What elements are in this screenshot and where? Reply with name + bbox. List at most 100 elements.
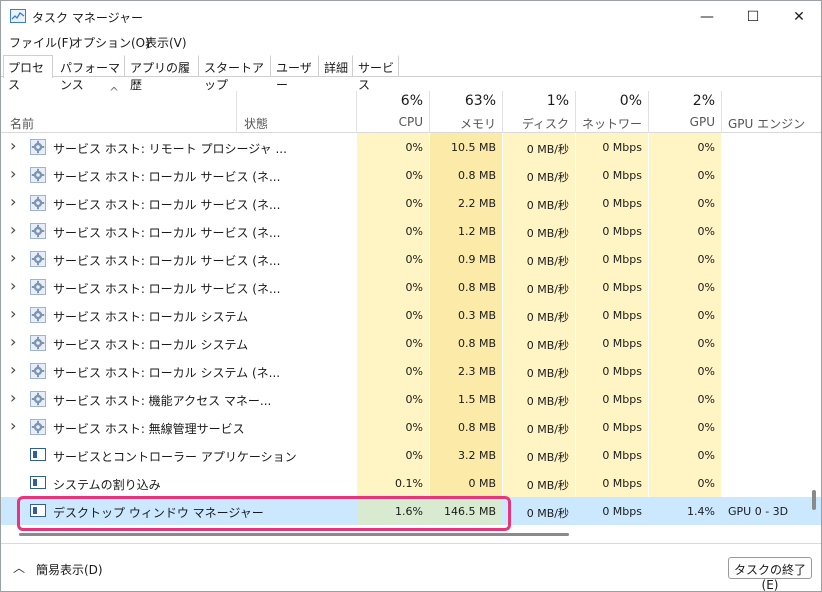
gear-icon xyxy=(30,195,46,211)
process-memory-value: 0.8 MB xyxy=(457,169,496,182)
process-network-value: 0 Mbps xyxy=(602,253,642,266)
expand-chevron-icon[interactable]: › xyxy=(10,276,16,295)
expand-chevron-icon[interactable]: › xyxy=(10,220,16,239)
process-cpu-value: 0% xyxy=(405,281,423,294)
expand-chevron-icon[interactable]: › xyxy=(10,388,16,407)
process-cpu-value: 0% xyxy=(405,253,423,266)
expand-chevron-icon[interactable]: › xyxy=(10,164,16,183)
process-disk-value: 0 MB/秒 xyxy=(526,507,569,520)
tab-services[interactable]: サービス xyxy=(353,55,399,92)
process-memory-value: 0.8 MB xyxy=(457,281,496,294)
process-disk-value: 0 MB/秒 xyxy=(526,227,569,240)
chevron-up-icon[interactable]: ︿ xyxy=(13,559,25,576)
process-cpu-value: 0% xyxy=(405,337,423,350)
table-row[interactable]: システムの割り込み 0.1% 0 MB 0 MB/秒 0 Mbps 0% xyxy=(1,469,821,497)
process-network-value: 0 Mbps xyxy=(602,281,642,294)
table-row[interactable]: › サービス ホスト: ローカル システム (ネ... 0% 2.3 MB 0 MB/秒… xyxy=(1,357,821,385)
expand-chevron-icon[interactable]: › xyxy=(10,304,16,323)
column-disk-percent[interactable]: 1% xyxy=(506,93,569,109)
expand-chevron-icon[interactable]: › xyxy=(10,416,16,435)
process-gpu-value: 0% xyxy=(697,393,715,406)
column-cpu-percent[interactable]: 6% xyxy=(361,93,423,109)
process-network-value: 0 Mbps xyxy=(602,169,642,182)
vertical-scrollbar[interactable] xyxy=(812,490,816,510)
column-status[interactable]: 状態 xyxy=(244,115,268,132)
process-network-value: 0 Mbps xyxy=(602,393,642,406)
process-cpu-value: 0% xyxy=(405,141,423,154)
menu-view[interactable]: 表示(V) xyxy=(145,34,187,51)
table-row[interactable]: › サービス ホスト: ローカル サービス (ネ... 0% 2.2 MB 0 MB/秒… xyxy=(1,189,821,217)
table-row[interactable]: › サービス ホスト: ローカル システム 0% 0.3 MB 0 MB/秒 0 Mbps… xyxy=(1,301,821,329)
process-disk-value: 0 MB/秒 xyxy=(526,255,569,268)
tab-processes[interactable]: プロセス xyxy=(3,55,53,92)
process-name: サービス ホスト: ローカル サービス (ネ... xyxy=(53,282,281,296)
process-disk-value: 0 MB/秒 xyxy=(526,367,569,380)
column-divider xyxy=(575,91,576,133)
process-memory-value: 1.5 MB xyxy=(457,393,496,406)
process-gpu-value: 0% xyxy=(697,449,715,462)
process-list: › サービス ホスト: リモート プロシージャ ... 0% 10.5 MB 0 MB/… xyxy=(1,133,821,531)
table-row[interactable]: サービスとコントローラー アプリケーション 0% 3.2 MB 0 MB/秒 0 Mbp… xyxy=(1,441,821,469)
process-name: サービス ホスト: リモート プロシージャ ... xyxy=(53,142,287,156)
process-cpu-value: 0% xyxy=(405,309,423,322)
process-memory-value: 2.3 MB xyxy=(457,365,496,378)
gear-icon xyxy=(30,391,46,407)
gear-icon xyxy=(30,307,46,323)
process-cpu-value: 0% xyxy=(405,365,423,378)
expand-chevron-icon[interactable]: › xyxy=(10,332,16,351)
column-memory[interactable]: メモリ xyxy=(434,115,496,132)
process-network-value: 0 Mbps xyxy=(602,197,642,210)
table-row[interactable]: › サービス ホスト: リモート プロシージャ ... 0% 10.5 MB 0 MB/… xyxy=(1,133,821,161)
tab-users[interactable]: ユーザー xyxy=(271,55,319,92)
process-gpu-value: 0% xyxy=(697,225,715,238)
close-button[interactable]: ✕ xyxy=(776,1,821,32)
gear-icon xyxy=(30,335,46,351)
fewer-details-button[interactable]: 簡易表示(D) xyxy=(36,561,103,578)
tab-startup[interactable]: スタートアップ xyxy=(199,55,271,92)
column-header: ^ 名前 状態 6% CPU 63% メモリ 1% ディスク 0% ネットワーク… xyxy=(1,78,821,148)
expand-chevron-icon[interactable]: › xyxy=(10,248,16,267)
process-name: サービス ホスト: 機能アクセス マネー... xyxy=(53,394,272,408)
maximize-button[interactable]: ☐ xyxy=(730,1,776,32)
column-divider xyxy=(429,91,430,133)
tab-performance[interactable]: パフォーマンス xyxy=(55,55,125,92)
tab-bar: プロセス パフォーマンス アプリの履歴 スタートアップ ユーザー 詳細 サービス xyxy=(1,53,821,92)
gear-icon xyxy=(30,279,46,295)
table-row[interactable]: › サービス ホスト: ローカル サービス (ネ... 0% 1.2 MB 0 MB/秒… xyxy=(1,217,821,245)
process-window-icon xyxy=(30,448,46,461)
table-row[interactable]: › サービス ホスト: ローカル システム 0% 0.8 MB 0 MB/秒 0 Mbps… xyxy=(1,329,821,357)
horizontal-scrollbar[interactable] xyxy=(19,533,569,536)
table-row[interactable]: › サービス ホスト: 機能アクセス マネー... 0% 1.5 MB 0 MB/秒 0 … xyxy=(1,385,821,413)
expand-chevron-icon[interactable]: › xyxy=(10,136,16,155)
process-cpu-value: 0% xyxy=(405,197,423,210)
minimize-button[interactable]: — xyxy=(684,1,730,32)
tab-details[interactable]: 詳細 xyxy=(319,55,353,77)
table-row[interactable]: › サービス ホスト: ローカル サービス (ネ... 0% 0.8 MB 0 MB/秒… xyxy=(1,273,821,301)
column-disk[interactable]: ディスク xyxy=(506,115,569,132)
menu-file[interactable]: ファイル(F) xyxy=(9,34,73,51)
column-gpu-percent[interactable]: 2% xyxy=(652,93,715,109)
column-network-percent[interactable]: 0% xyxy=(579,93,642,109)
table-row[interactable]: › サービス ホスト: 無線管理サービス 0% 0.8 MB 0 MB/秒 0 Mbps 0… xyxy=(1,413,821,441)
process-network-value: 0 Mbps xyxy=(602,337,642,350)
process-disk-value: 0 MB/秒 xyxy=(526,311,569,324)
process-gpu-value: 0% xyxy=(697,141,715,154)
title-bar: タスク マネージャー — ☐ ✕ xyxy=(1,1,821,32)
column-memory-percent[interactable]: 63% xyxy=(434,93,496,109)
process-gpu-value: 0% xyxy=(697,197,715,210)
process-name: サービス ホスト: 無線管理サービス xyxy=(53,422,245,436)
column-gpu-engine[interactable]: GPU エンジン xyxy=(728,115,805,132)
table-row[interactable]: › サービス ホスト: ローカル サービス (ネ... 0% 0.9 MB 0 MB/秒… xyxy=(1,245,821,273)
column-cpu[interactable]: CPU xyxy=(361,115,423,129)
end-task-button[interactable]: タスクの終了(E) xyxy=(728,557,812,591)
process-memory-value: 1.2 MB xyxy=(457,225,496,238)
menu-options[interactable]: オプション(O) xyxy=(71,34,150,51)
table-row[interactable]: › サービス ホスト: ローカル サービス (ネ... 0% 0.8 MB 0 MB/秒… xyxy=(1,161,821,189)
expand-chevron-icon[interactable]: › xyxy=(10,192,16,211)
tab-app-history[interactable]: アプリの履歴 xyxy=(125,55,199,92)
column-divider xyxy=(648,91,649,133)
column-name[interactable]: 名前 xyxy=(10,115,34,132)
column-gpu[interactable]: GPU xyxy=(652,115,715,129)
expand-chevron-icon[interactable]: › xyxy=(10,360,16,379)
process-gpu-engine-value: GPU 0 - 3D xyxy=(728,505,789,518)
